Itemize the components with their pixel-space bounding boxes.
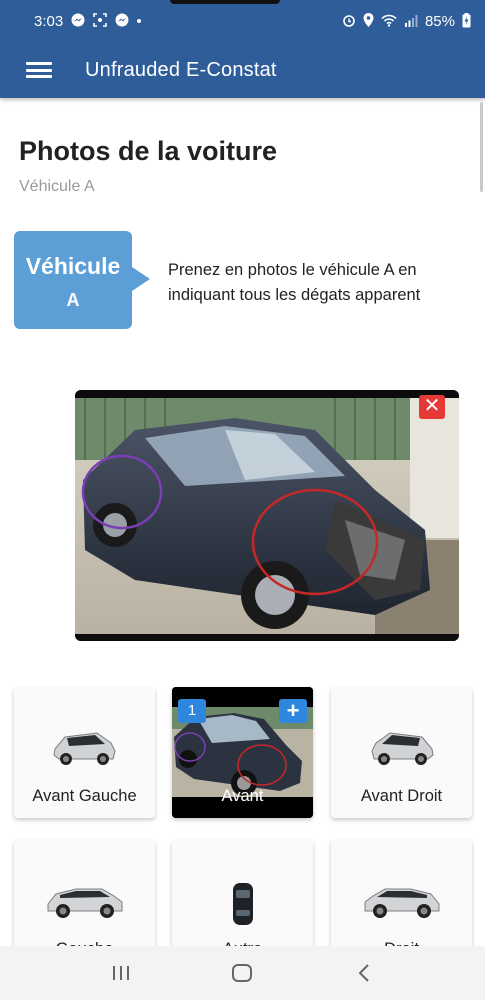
messenger-icon-2 [115,13,129,29]
app-title: Unfrauded E-Constat [85,58,277,81]
page-title: Photos de la voiture [19,136,278,166]
add-photo-button[interactable]: + [279,699,307,723]
tile-label: Avant [221,787,264,805]
tile-label: Avant Gauche [32,787,137,805]
car-left-side-icon [47,888,122,918]
status-bar: 3:03 85% [0,0,485,42]
screenshot-icon [93,13,108,29]
car-top-view-icon [232,883,253,925]
battery-percent: 85% [424,12,455,30]
messenger-icon [71,13,85,29]
main-car-photo[interactable]: ✕ [75,390,459,641]
back-icon [358,964,369,982]
car-right-side-icon [364,888,439,918]
instruction-text: Prenez en photos le véhicule A en indiqu… [168,261,421,304]
status-time: 3:03 [34,12,64,30]
camera-notch [170,0,280,4]
recent-apps-button[interactable] [101,953,141,993]
system-nav-bar [0,946,485,1000]
bubble-title: Véhicule [25,253,121,279]
back-button[interactable] [344,953,384,993]
location-icon [363,13,374,29]
damaged-car-photo [75,390,459,641]
tile-avant-droit[interactable]: Avant Droit [331,687,472,818]
car-front-left-icon [52,732,116,765]
delete-photo-button[interactable]: ✕ [419,395,445,419]
bubble-letter: A [66,290,80,310]
wifi-icon [381,14,397,29]
tile-label: Avant Droit [360,787,443,805]
alarm-icon [342,13,356,29]
car-front-right-icon [370,732,434,765]
home-icon [232,964,253,982]
recent-apps-icon [112,966,129,980]
tile-avant[interactable]: 1 + Avant [172,687,313,818]
hamburger-menu-icon[interactable] [26,60,52,80]
vehicle-bubble: Véhicule A [14,231,150,329]
battery-charging-icon [462,12,471,30]
photo-count-badge: 1 [178,699,206,723]
page-subtitle: Véhicule A [19,178,95,195]
signal-icon [404,14,418,29]
scrollbar[interactable] [480,102,483,192]
app-bar: Unfrauded E-Constat [0,42,485,98]
notification-dot-icon [137,19,142,23]
tile-avant-gauche[interactable]: Avant Gauche [14,687,155,818]
home-button[interactable] [222,953,262,993]
